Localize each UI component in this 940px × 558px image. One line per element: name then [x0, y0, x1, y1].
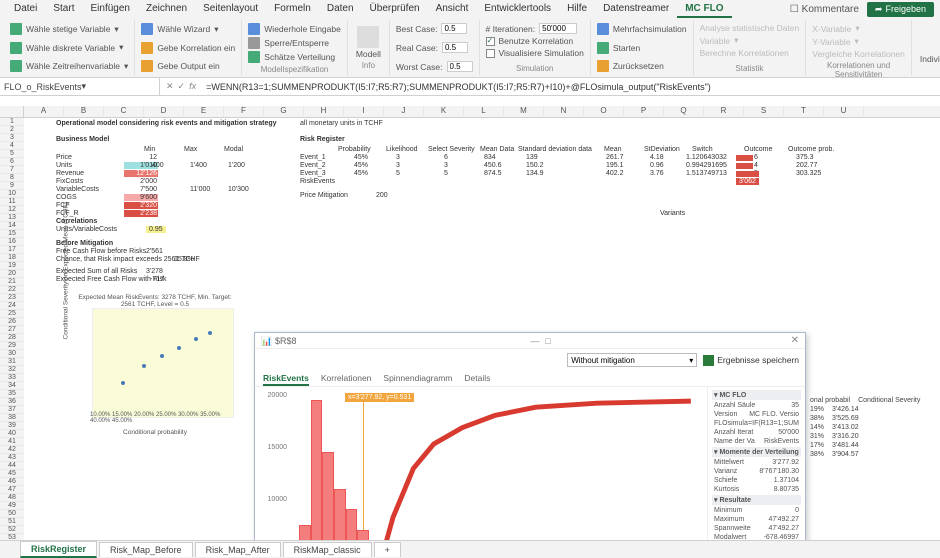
dlg-title: $R$8 — [275, 336, 297, 346]
y-var: Y-Variable ▾ — [812, 35, 905, 48]
menu-tab-überprüfen[interactable]: Überprüfen — [362, 1, 428, 18]
ribbon-group-label: Modellspezifikation — [248, 64, 341, 74]
sheet-tab-Risk_Map_After[interactable]: Risk_Map_After — [195, 542, 281, 557]
menu-tab-start[interactable]: Start — [45, 1, 82, 18]
comments-button[interactable]: ☐ Kommentare — [790, 4, 859, 15]
ribbon-correlation-in[interactable]: Gebe Korrelation ein — [141, 41, 235, 55]
menu-tab-datenstreamer[interactable]: Datenstreamer — [595, 1, 677, 18]
reset-sim[interactable]: Zurücksetzen — [597, 59, 687, 73]
menu-tab-seitenlayout[interactable]: Seitenlayout — [195, 1, 266, 18]
dlg-min[interactable]: — — [530, 336, 539, 346]
menu-tab-zeichnen[interactable]: Zeichnen — [138, 1, 195, 18]
mitigation-combo[interactable]: Without mitigation▾ — [567, 353, 697, 367]
start-sim[interactable]: Starten — [597, 41, 687, 55]
ribbon-output[interactable]: Gebe Output ein — [141, 59, 235, 73]
dlg-tab-3[interactable]: Details — [464, 371, 490, 386]
menu-tab-formeln[interactable]: Formeln — [266, 1, 319, 18]
stats-panel: ▾ MC FLOAnzahl Säule35VersionMC FLO. Ver… — [707, 387, 805, 558]
cmp-corr: Vergleiche Korrelationen — [812, 48, 905, 60]
menu-tab-mc flo[interactable]: MC FLO — [677, 1, 731, 18]
share-button[interactable]: ➦ Freigeben — [867, 2, 934, 17]
sheet-tab-RiskRegister[interactable]: RiskRegister — [20, 541, 97, 558]
ribbon-var-continuous[interactable]: Wähle stetige Variable ▾ — [10, 22, 128, 36]
multi-sim[interactable]: Mehrfachsimulation — [597, 22, 687, 36]
dlg-tab-1[interactable]: Korrelationen — [321, 371, 372, 386]
fx-cancel[interactable]: ✕ — [166, 81, 174, 92]
x-var: X-Variable ▾ — [812, 22, 905, 35]
ribbon-var-timeseries[interactable]: Wähle Zeitreihenvariable ▾ — [10, 59, 128, 73]
dlg-tab-0[interactable]: RiskEvents — [263, 371, 309, 386]
results-dialog: 📊 $R$8 — □ ✕ Without mitigation▾ Ergebni… — [254, 332, 806, 558]
sheet-tab-Risk_Map_Before[interactable]: Risk_Map_Before — [99, 542, 193, 557]
mini-scatter-chart: Expected Mean RiskEvents: 3278 TCHF, Min… — [70, 296, 240, 436]
iterations[interactable]: # Iterationen: — [486, 22, 584, 35]
use-correlation[interactable]: Benutze Korrelation — [486, 35, 584, 47]
dlg-tab-2[interactable]: Spinnendiagramm — [383, 371, 452, 386]
conditional-table: onal probabilConditional Severity19%3'42… — [810, 396, 920, 459]
dlg-close[interactable]: ✕ — [791, 335, 799, 346]
menu-tab-daten[interactable]: Daten — [319, 1, 362, 18]
menu-tab-datei[interactable]: Datei — [6, 1, 45, 18]
ribbon-estimate[interactable]: Schätze Verteilung — [248, 50, 341, 64]
ribbon-repeat[interactable]: Wiederhole Eingabe — [248, 22, 341, 36]
fx-ok[interactable]: ✓ — [178, 81, 186, 92]
stat-corr: Berechne Korrelationen — [700, 47, 800, 59]
add-sheet[interactable]: + — [374, 542, 401, 557]
save-icon — [703, 355, 714, 366]
ribbon-model[interactable]: Modell — [356, 48, 381, 60]
menu-tab-entwicklertools[interactable]: Entwicklertools — [476, 1, 559, 18]
worst-case[interactable]: Worst Case: — [396, 60, 473, 73]
menu-tab-einfügen[interactable]: Einfügen — [82, 1, 137, 18]
sheet-tabs[interactable]: RiskRegisterRisk_Map_BeforeRisk_Map_Afte… — [0, 540, 940, 558]
dlg-max[interactable]: □ — [545, 336, 550, 346]
menu-tab-ansicht[interactable]: Ansicht — [428, 1, 477, 18]
ribbon-lock[interactable]: Sperre/Entsperre — [248, 36, 341, 50]
histogram-chart: x=3'277.92, y=0.531 05000100001500020000… — [255, 387, 707, 558]
sheet-tab-RiskMap_classic[interactable]: RiskMap_classic — [283, 542, 372, 557]
menu-tab-hilfe[interactable]: Hilfe — [559, 1, 595, 18]
ribbon-indiv-eval[interactable]: Individuelle Auswertung — [920, 53, 940, 65]
column-headers[interactable]: ABCDEFGHIJKLMNOPQRSTU — [0, 106, 940, 118]
formula-bar[interactable]: =WENN(R13=1;SUMMENPRODUKT(I5:I7;R5:R7);S… — [202, 82, 940, 92]
ribbon: Wähle stetige Variable ▾ Wähle diskrete … — [0, 18, 940, 78]
row-headers[interactable]: 1234567891011121314151617181920212223242… — [0, 118, 24, 558]
real-case[interactable]: Real Case: — [396, 41, 473, 54]
ribbon-var-discrete[interactable]: Wähle diskrete Variable ▾ — [10, 41, 128, 55]
fx-icon[interactable]: fx — [189, 81, 196, 92]
stat-analysis: Analyse statistische Daten — [700, 22, 800, 34]
stat-var: Variable ▾ — [700, 34, 800, 47]
ribbon-wizard[interactable]: Wähle Wizard ▾ — [141, 22, 235, 36]
name-box[interactable]: FLO_o_RiskEvents ▾ — [0, 78, 160, 95]
visualize-sim[interactable]: Visualisiere Simulation — [486, 47, 584, 59]
save-results-button[interactable]: Ergebnisse speichern — [703, 355, 799, 366]
best-case[interactable]: Best Case: — [396, 22, 473, 35]
dlg-icon: 📊 — [261, 336, 271, 346]
model-icon[interactable] — [357, 26, 379, 48]
